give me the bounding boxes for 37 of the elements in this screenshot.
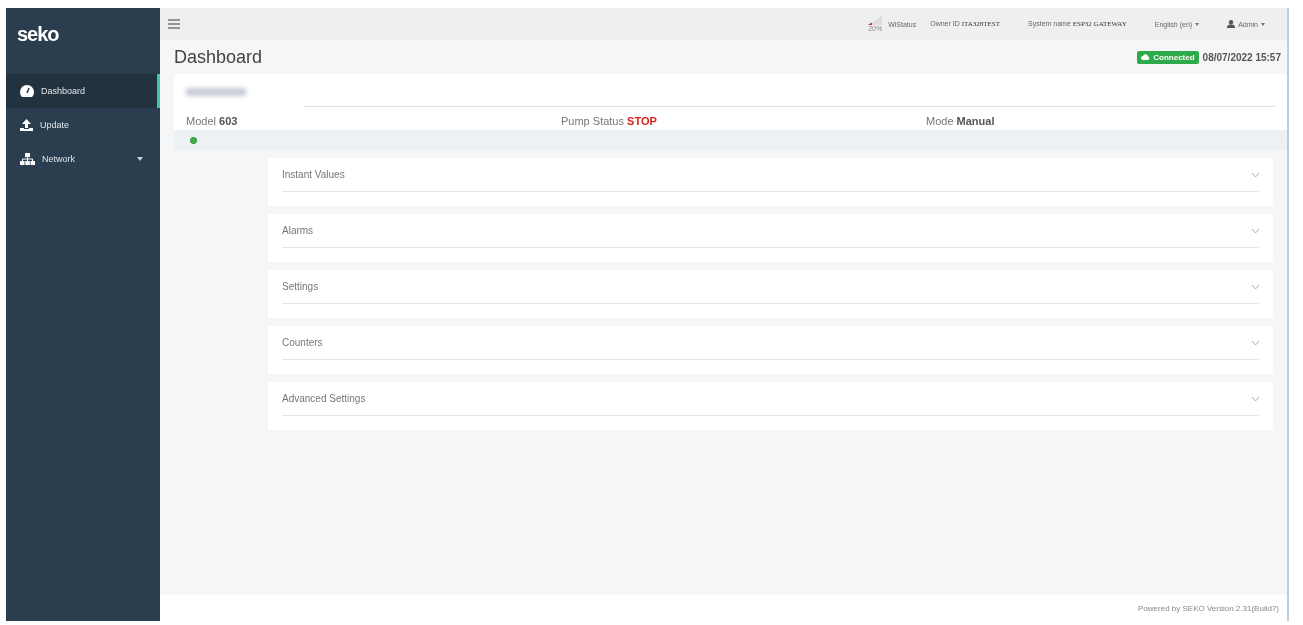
menu-button[interactable] [168, 16, 180, 32]
chevron-icon [1252, 172, 1259, 177]
upload-icon [20, 119, 33, 131]
panel-title: Instant Values [282, 169, 345, 180]
chevron-icon [1252, 284, 1259, 289]
footer-text: Powered by SEKO Version 2.31(Build7) [1138, 603, 1279, 613]
panel-title: Counters [282, 337, 323, 348]
logo: seko [16, 21, 60, 47]
sidebar-item[interactable]: Update [6, 108, 160, 142]
caret-icon [1261, 22, 1265, 26]
redacted-text [186, 88, 246, 96]
panel-title: Settings [282, 281, 319, 292]
panel-title: Alarms [282, 225, 314, 236]
connection-badge: Connected [1137, 50, 1199, 64]
accordion-panel[interactable]: Alarms [268, 214, 1273, 262]
menu-icon [168, 19, 180, 29]
chevron-icon [1252, 396, 1259, 401]
date-time: 08/07/2022 15:57 [1202, 51, 1281, 63]
status-field: Mode Manual [926, 115, 1275, 127]
page-title: Dashboard [174, 46, 263, 68]
caret-icon [1195, 22, 1200, 26]
cloud-icon [1141, 54, 1151, 60]
status-field: Pump Status STOP [561, 115, 926, 127]
accordion-panel[interactable]: Instant Values [268, 158, 1273, 206]
chevron-icon [1252, 228, 1259, 233]
accordion-panel[interactable]: Counters [268, 326, 1273, 374]
sidebar-item[interactable]: Dashboard [6, 74, 160, 108]
status-field: Model 603 [186, 115, 561, 127]
accordion-panel[interactable]: Settings [268, 270, 1273, 318]
signal-icon [868, 16, 883, 25]
chevron-icon [1252, 340, 1259, 345]
sidebar-item[interactable]: Network [6, 142, 160, 176]
gauge-icon [20, 85, 34, 97]
accordion-panel[interactable]: Advanced Settings [268, 382, 1273, 430]
user-icon [1227, 20, 1236, 28]
panel-title: Advanced Settings [282, 393, 366, 404]
sitemap-icon [20, 153, 35, 165]
